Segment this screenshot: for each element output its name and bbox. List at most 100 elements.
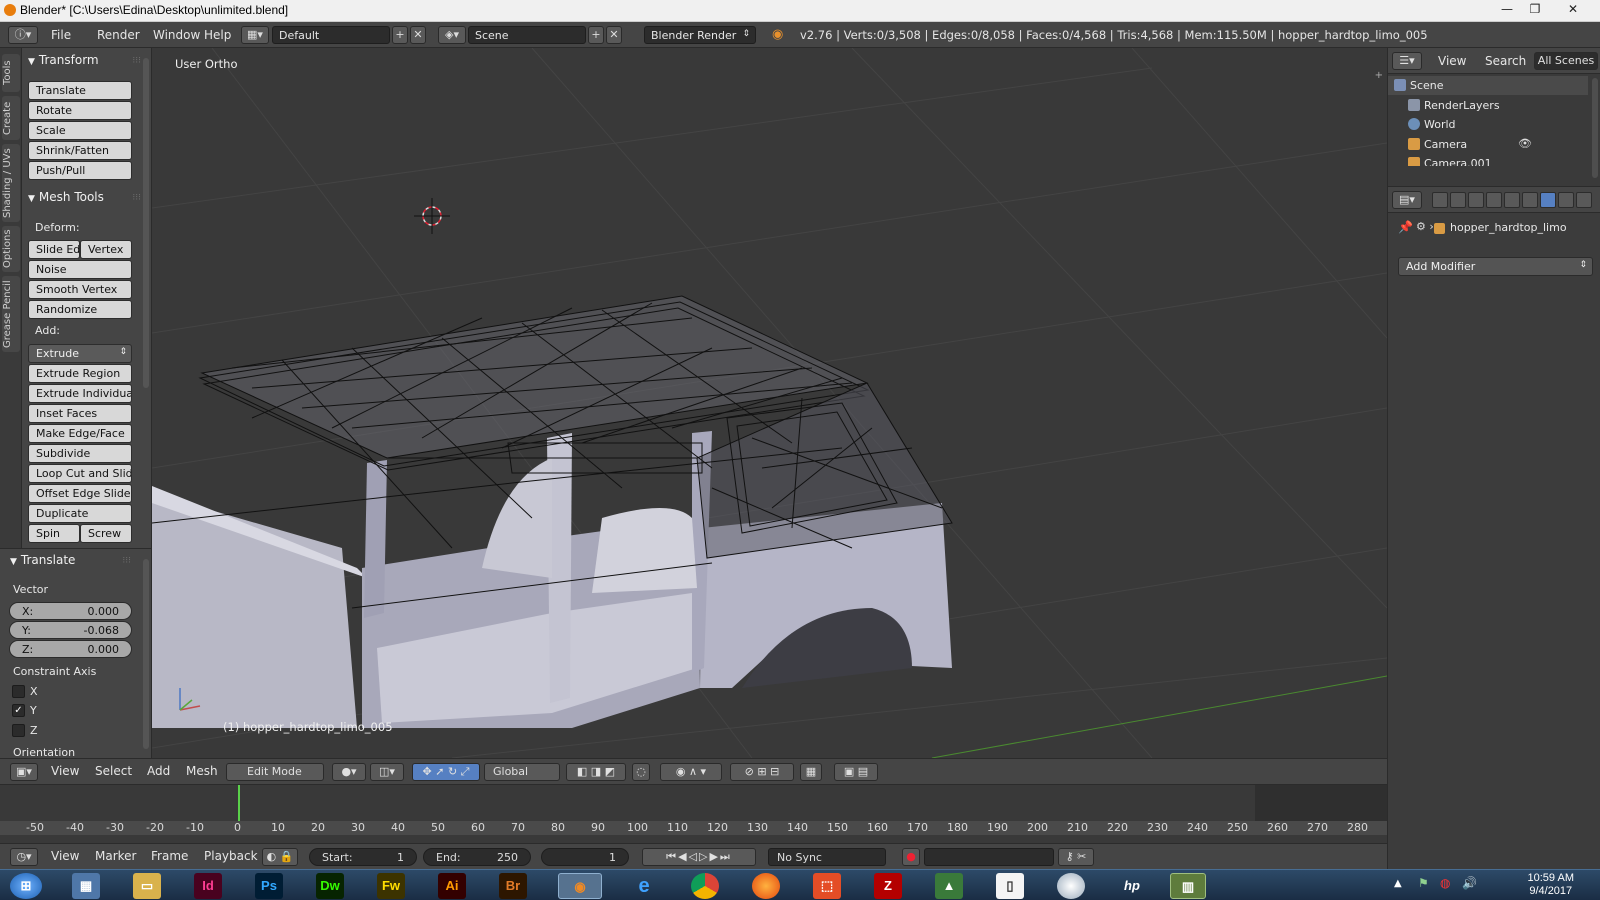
menu-window[interactable]: Window (153, 28, 200, 42)
constraints-context-icon[interactable] (1522, 192, 1538, 208)
blender-taskbar-icon[interactable]: ◉ (558, 873, 602, 899)
vector-z-field[interactable]: Z: 0.000 (9, 640, 132, 658)
object-context-icon[interactable] (1504, 192, 1520, 208)
record-button-icon[interactable]: ● (902, 848, 920, 866)
tab-options[interactable]: Options (2, 226, 20, 272)
select-mode-icons[interactable]: ◧ ◨ ◩ (566, 763, 626, 781)
expand-region-icon[interactable]: + (1375, 70, 1383, 81)
editor-type-properties-icon[interactable]: ▤▾ (1392, 191, 1422, 209)
timeline-ruler[interactable]: -50 -40 -30 -20 -10 0 10 20 30 40 50 60 … (0, 821, 1387, 835)
outliner-row-camera[interactable]: Camera 👁 (1388, 135, 1588, 154)
randomize-button[interactable]: Randomize (28, 300, 132, 319)
editor-type-outliner-icon[interactable]: ☰▾ (1392, 52, 1422, 70)
office-icon[interactable]: ⬚ (813, 873, 841, 899)
volume-icon[interactable]: 🔊 (1462, 876, 1477, 890)
editor-type-3dview-icon[interactable]: ▣▾ (10, 763, 38, 781)
current-frame-field[interactable]: 1 (541, 848, 629, 866)
internet-explorer-icon[interactable]: e (630, 873, 658, 899)
modifiers-wrench-icon[interactable] (1540, 192, 1556, 208)
inset-faces-button[interactable]: Inset Faces (28, 404, 132, 423)
pin-icon[interactable]: 📌 (1398, 220, 1413, 234)
tab-grease-pencil[interactable]: Grease Pencil (2, 276, 20, 352)
viewport-shading-icon[interactable]: ●▾ (332, 763, 366, 781)
show-hidden-icons-icon[interactable]: ▲ (1394, 878, 1402, 889)
notepad-icon[interactable]: ▯ (996, 873, 1024, 899)
scene-field[interactable]: Scene (468, 26, 586, 44)
spin-button[interactable]: Spin (28, 524, 80, 543)
panel-grip-icon[interactable]: ⁝⁝⁝ (122, 556, 131, 566)
shrink-fatten-button[interactable]: Shrink/Fatten (28, 141, 132, 160)
occlude-geometry-icon[interactable]: ◌ (632, 763, 650, 781)
mesh-tools-panel-header[interactable]: ▼ Mesh Tools (28, 190, 104, 204)
outliner-menu-view[interactable]: View (1438, 54, 1466, 68)
translate-button[interactable]: Translate (28, 81, 132, 100)
render-layers-context-icon[interactable] (1450, 192, 1466, 208)
add-layout-icon[interactable]: + (392, 26, 408, 44)
preview-range-icons[interactable]: ◐ 🔒 (262, 848, 298, 866)
installer-icon[interactable]: ▲ (935, 873, 963, 899)
menu-file[interactable]: File (51, 28, 71, 42)
timeline-editor[interactable]: -50 -40 -30 -20 -10 0 10 20 30 40 50 60 … (0, 784, 1387, 843)
windows-start-icon[interactable]: ⊞ (10, 873, 42, 899)
rotate-button[interactable]: Rotate (28, 101, 132, 120)
menu-view[interactable]: View (51, 764, 79, 778)
offset-edge-slide-button[interactable]: Offset Edge Slide (28, 484, 132, 503)
remove-layout-icon[interactable]: ✕ (410, 26, 426, 44)
bridge-icon[interactable]: Br (499, 873, 527, 899)
make-edge-face-button[interactable]: Make Edge/Face (28, 424, 132, 443)
transform-panel-header[interactable]: ▼ Transform (28, 53, 99, 67)
pivot-point-icon[interactable]: ◫▾ (370, 763, 404, 781)
visibility-eye-icon[interactable]: 👁 (1518, 137, 1532, 150)
keying-icons[interactable]: ⚷ ✂ (1058, 848, 1094, 866)
panel-grip-icon[interactable]: ⁝⁝⁝ (132, 193, 141, 203)
menu-add[interactable]: Add (147, 764, 170, 778)
vector-y-field[interactable]: Y: -0.068 (9, 621, 132, 639)
maximize-button[interactable]: ❐ (1522, 0, 1548, 20)
editor-type-timeline-icon[interactable]: ◷▾ (10, 848, 38, 866)
photoshop-icon[interactable]: Ps (255, 873, 283, 899)
minimize-button[interactable]: — (1494, 0, 1520, 20)
scene-browse-icon[interactable]: ◈▾ (438, 26, 466, 44)
scene-canvas[interactable] (152, 48, 1387, 758)
push-pull-button[interactable]: Push/Pull (28, 161, 132, 180)
noise-button[interactable]: Noise (28, 260, 132, 279)
end-frame-field[interactable]: End: 250 (423, 848, 531, 866)
display-mode-select[interactable]: All Scenes (1534, 52, 1598, 70)
material-context-icon[interactable] (1576, 192, 1592, 208)
screen-layout-field[interactable]: Default (272, 26, 390, 44)
illustrator-icon[interactable]: Ai (438, 873, 466, 899)
sync-mode-select[interactable]: No Sync (768, 848, 886, 866)
outliner-row-world[interactable]: World (1388, 115, 1588, 134)
calculator-icon[interactable]: ▦ (72, 873, 100, 899)
remove-scene-icon[interactable]: ✕ (606, 26, 622, 44)
network-icon[interactable]: ⚑ (1418, 876, 1429, 890)
mode-select[interactable]: Edit Mode (226, 763, 324, 781)
outliner-row-scene[interactable]: Scene (1388, 76, 1588, 95)
screen-layout-icon[interactable]: ▦▾ (241, 26, 269, 44)
manipulator-icons[interactable]: ✥ ➚ ↻ ⤢ (412, 763, 480, 781)
scene-context-icon[interactable] (1468, 192, 1484, 208)
menu-timeline-view[interactable]: View (51, 849, 79, 863)
operator-scrollbar[interactable] (143, 559, 149, 749)
screw-button[interactable]: Screw (80, 524, 132, 543)
hp-icon[interactable]: hp (1118, 873, 1146, 899)
menu-mesh[interactable]: Mesh (186, 764, 218, 778)
proportional-edit-icons[interactable]: ◉ ∧ ▾ (660, 763, 722, 781)
editor-type-info-icon[interactable]: ⓘ▾ (8, 26, 38, 44)
render-buttons-icon[interactable]: ▣ ▤ (834, 763, 878, 781)
dreamweaver-icon[interactable]: Dw (316, 873, 344, 899)
tab-create[interactable]: Create (2, 96, 20, 140)
outliner-row-renderlayers[interactable]: RenderLayers (1388, 96, 1588, 115)
layers-icon[interactable]: ▦ (800, 763, 822, 781)
filezilla-icon[interactable]: Z (874, 873, 902, 899)
transform-orientation-select[interactable]: Global (484, 763, 560, 781)
disc-icon[interactable] (1057, 873, 1085, 899)
duplicate-button[interactable]: Duplicate (28, 504, 132, 523)
panel-grip-icon[interactable]: ⁝⁝⁝ (132, 56, 141, 66)
render-engine-select[interactable]: Blender Render ⇕ (644, 26, 756, 44)
operator-panel-header[interactable]: ▼ Translate (10, 553, 75, 567)
outliner-menu-search[interactable]: Search (1485, 54, 1526, 68)
extrude-region-button[interactable]: Extrude Region (28, 364, 132, 383)
playback-controls[interactable]: ⏮◀◁▷▶⏭ (642, 848, 756, 866)
menu-marker[interactable]: Marker (95, 849, 136, 863)
